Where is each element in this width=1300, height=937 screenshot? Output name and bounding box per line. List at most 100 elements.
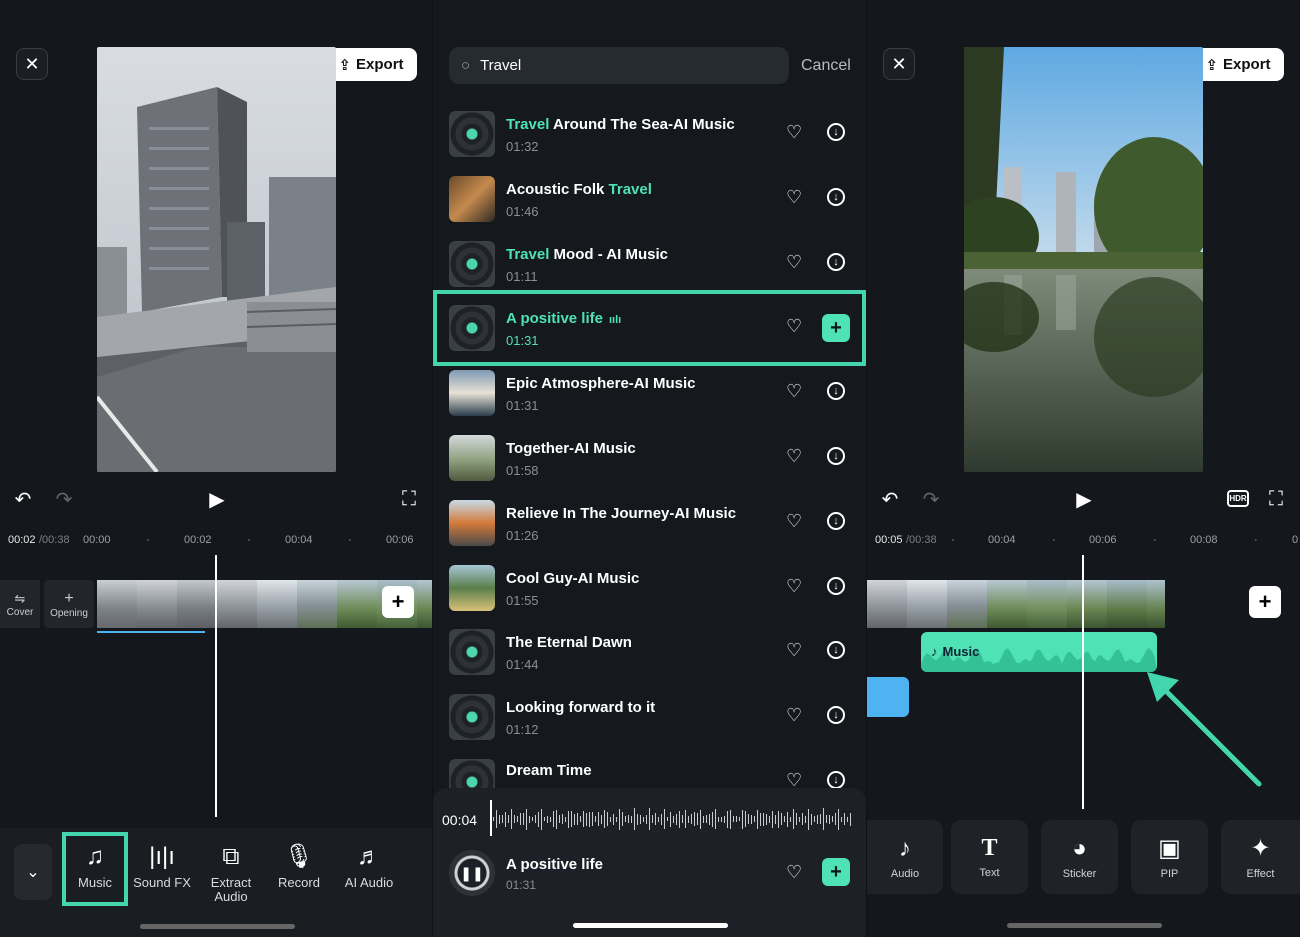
export-button[interactable]: ⇪ Export bbox=[325, 48, 417, 81]
waveform-bar bbox=[526, 808, 527, 830]
download-icon[interactable]: ↓ bbox=[827, 447, 845, 465]
tool-text[interactable]: T Text bbox=[951, 820, 1028, 894]
title-part: Dream Time bbox=[506, 762, 592, 779]
favorite-heart-icon[interactable]: ♡ bbox=[786, 381, 802, 402]
track-row[interactable]: Travel Around The Sea-AI Music 01:32 ♡ ↓ bbox=[433, 102, 866, 166]
waveform-bar bbox=[760, 812, 761, 826]
download-icon[interactable]: ↓ bbox=[827, 771, 845, 789]
play-button[interactable]: ▶ bbox=[205, 487, 229, 511]
vinyl-thumbnail bbox=[449, 629, 495, 675]
play-button[interactable]: ▶ bbox=[1072, 487, 1096, 511]
city-road-image bbox=[97, 47, 336, 472]
favorite-heart-icon[interactable]: ♡ bbox=[786, 862, 802, 883]
waveform-bar bbox=[709, 813, 710, 825]
video-clip-strip[interactable] bbox=[867, 580, 1165, 628]
waveform-bar bbox=[532, 817, 533, 821]
tool-sound-fx[interactable]: |ı|ı Sound FX bbox=[130, 842, 194, 890]
download-icon[interactable]: ↓ bbox=[827, 382, 845, 400]
track-row[interactable]: Looking forward to it 01:12 ♡ ↓ bbox=[433, 685, 866, 749]
tool-music[interactable]: ♫ Music bbox=[66, 842, 124, 890]
download-icon[interactable]: ↓ bbox=[827, 188, 845, 206]
favorite-heart-icon[interactable]: ♡ bbox=[786, 705, 802, 726]
hdr-button[interactable]: HDR bbox=[1227, 490, 1249, 507]
video-preview[interactable] bbox=[97, 47, 336, 472]
download-icon[interactable]: ↓ bbox=[827, 512, 845, 530]
opening-button[interactable]: + Opening bbox=[44, 580, 94, 628]
player-playhead[interactable] bbox=[490, 800, 492, 836]
favorite-heart-icon[interactable]: ♡ bbox=[786, 511, 802, 532]
tool-pip[interactable]: ▣ PIP bbox=[1131, 820, 1208, 894]
track-duration: 01:58 bbox=[506, 463, 539, 478]
close-icon: ✕ bbox=[24, 53, 40, 74]
timeline-ruler: 00:05 /00:38 · 00:04 · 00:06 · 00:08 · 0 bbox=[867, 534, 1300, 548]
tool-label: Sound FX bbox=[133, 875, 191, 890]
close-button[interactable]: ✕ bbox=[16, 48, 48, 80]
waveform-bar bbox=[814, 816, 815, 822]
waveform-bar bbox=[700, 809, 701, 829]
tick-label: 00:06 bbox=[386, 534, 414, 546]
playhead[interactable] bbox=[1082, 555, 1084, 809]
waveform-bar bbox=[844, 813, 845, 825]
favorite-heart-icon[interactable]: ♡ bbox=[786, 187, 802, 208]
collapse-button[interactable]: ⌄ bbox=[14, 844, 52, 900]
add-clip-button[interactable]: + bbox=[1249, 586, 1281, 618]
search-input[interactable]: Travel bbox=[480, 57, 521, 74]
add-clip-button[interactable]: + bbox=[382, 586, 414, 618]
waveform-bar bbox=[577, 813, 578, 825]
tool-extract-audio[interactable]: ⧉ Extract Audio bbox=[200, 842, 262, 904]
track-row[interactable]: Cool Guy-AI Music 01:55 ♡ ↓ bbox=[433, 556, 866, 620]
waveform-bar bbox=[571, 811, 572, 827]
waveform-bar bbox=[787, 811, 788, 827]
close-button[interactable]: ✕ bbox=[883, 48, 915, 80]
cover-button[interactable]: ⇋ Cover bbox=[0, 580, 40, 628]
download-icon[interactable]: ↓ bbox=[827, 577, 845, 595]
fullscreen-button[interactable]: ⛶ bbox=[398, 488, 420, 510]
waveform-bar bbox=[706, 815, 707, 823]
waveform-bar bbox=[511, 809, 512, 829]
track-row[interactable]: Travel Mood - AI Music 01:11 ♡ ↓ bbox=[433, 232, 866, 296]
favorite-heart-icon[interactable]: ♡ bbox=[786, 122, 802, 143]
track-row[interactable]: Acoustic Folk Travel 01:46 ♡ ↓ bbox=[433, 167, 866, 231]
tool-sticker[interactable]: ◕ Sticker bbox=[1041, 820, 1118, 894]
tool-record[interactable]: 🎙︎ Record bbox=[270, 842, 328, 890]
track-row[interactable]: Together-AI Music 01:58 ♡ ↓ bbox=[433, 426, 866, 490]
favorite-heart-icon[interactable]: ♡ bbox=[786, 640, 802, 661]
track-row[interactable]: The Eternal Dawn 01:44 ♡ ↓ bbox=[433, 620, 866, 684]
video-preview[interactable] bbox=[964, 47, 1203, 472]
download-icon[interactable]: ↓ bbox=[827, 123, 845, 141]
waveform-bar bbox=[502, 815, 503, 823]
tool-ai-audio[interactable]: ♬ AI Audio bbox=[338, 842, 400, 890]
home-indicator bbox=[140, 924, 295, 929]
cancel-button[interactable]: Cancel bbox=[801, 57, 851, 75]
track-row[interactable]: Relieve In The Journey-AI Music 01:26 ♡ … bbox=[433, 491, 866, 555]
waveform-bar bbox=[721, 816, 722, 822]
favorite-heart-icon[interactable]: ♡ bbox=[786, 576, 802, 597]
title-part: Around The Sea-AI Music bbox=[549, 116, 735, 133]
fullscreen-button[interactable]: ⛶ bbox=[1265, 488, 1287, 510]
playhead[interactable] bbox=[215, 555, 217, 817]
search-bar[interactable]: ○ Travel bbox=[449, 47, 789, 84]
add-track-button[interactable]: + bbox=[822, 858, 850, 886]
export-button[interactable]: ⇪ Export bbox=[1192, 48, 1284, 81]
download-icon[interactable]: ↓ bbox=[827, 641, 845, 659]
favorite-heart-icon[interactable]: ♡ bbox=[786, 446, 802, 467]
download-icon[interactable]: ↓ bbox=[827, 253, 845, 271]
redo-button[interactable]: ↷ bbox=[920, 488, 942, 511]
audio-waveform[interactable] bbox=[493, 804, 863, 834]
undo-button[interactable]: ↶ bbox=[12, 488, 34, 511]
undo-button[interactable]: ↶ bbox=[879, 488, 901, 511]
tool-audio[interactable]: ♪ Audio bbox=[867, 820, 943, 894]
clip-frame bbox=[1027, 580, 1067, 628]
music-audio-clip[interactable]: ♪ Music bbox=[921, 632, 1157, 672]
redo-button[interactable]: ↷ bbox=[53, 488, 75, 511]
blue-clip[interactable] bbox=[867, 677, 909, 717]
favorite-heart-icon[interactable]: ♡ bbox=[786, 252, 802, 273]
waveform-bar bbox=[712, 811, 713, 827]
journey-thumbnail bbox=[449, 500, 495, 546]
music-clip-label: ♪ Music bbox=[931, 644, 979, 659]
tool-effect[interactable]: ✦ Effect bbox=[1221, 820, 1300, 894]
waveform-bar bbox=[745, 811, 746, 827]
pause-button[interactable]: ❚❚ bbox=[449, 850, 495, 896]
track-row[interactable]: Epic Atmosphere-AI Music 01:31 ♡ ↓ bbox=[433, 361, 866, 425]
download-icon[interactable]: ↓ bbox=[827, 706, 845, 724]
